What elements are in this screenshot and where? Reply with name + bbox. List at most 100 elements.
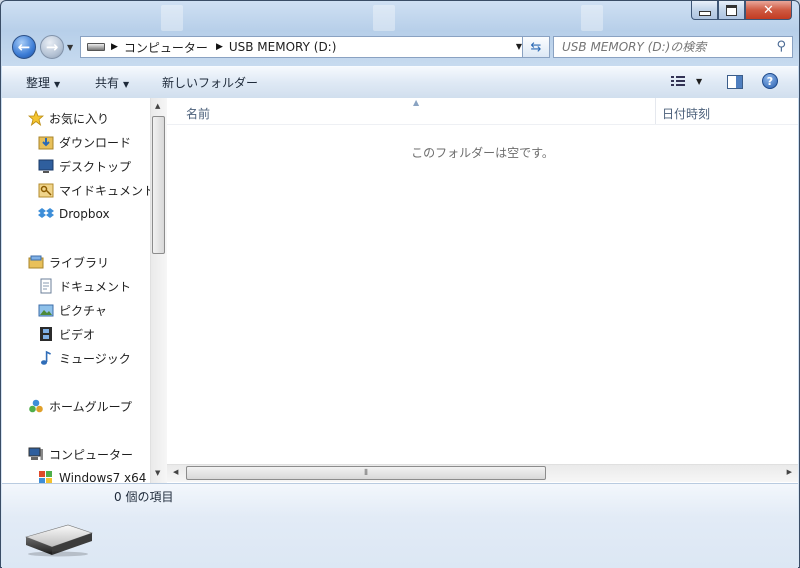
dropbox-icon [38,208,54,218]
back-button[interactable]: ← [12,35,36,59]
column-name-header[interactable]: 名前 [186,105,210,122]
breadcrumb-arrow-icon[interactable]: ▶ [216,42,223,52]
question-mark-icon: ? [766,74,774,88]
nav-pane-scrollbar[interactable]: ▲ ▼ [150,98,167,483]
sort-indicator-icon: ▲ [413,98,420,107]
nav-label: ミュージック [59,351,131,366]
nav-label: ビデオ [59,327,96,342]
nav-label: ライブラリ [49,255,110,270]
nav-item-downloads[interactable]: ダウンロード [38,132,131,152]
search-icon[interactable]: ⚲ [776,39,786,54]
film-icon [40,327,52,341]
help-button[interactable]: ? [762,73,778,89]
share-menu[interactable]: 共有 ▼ [95,74,129,91]
usb-drive-icon [25,524,93,557]
windows-drive-icon [39,471,52,483]
scroll-left-icon[interactable]: ◀ [173,468,178,476]
close-icon: ✕ [763,2,774,18]
column-header: ▲ 名前 日付時刻 [167,98,798,125]
nav-item-windows7[interactable]: Windows7 x64 [38,468,146,483]
minimize-button[interactable] [691,1,718,20]
breadcrumb-arrow-icon[interactable]: ▶ [111,42,118,52]
nav-label: Dropbox [59,207,110,221]
downloads-folder-icon [38,136,54,150]
organize-menu[interactable]: 整理 ▼ [26,74,60,91]
nav-item-pictures[interactable]: ピクチャ [38,300,107,320]
scroll-right-icon[interactable]: ▶ [787,468,792,476]
nav-label: ダウンロード [59,135,132,150]
libraries-icon [28,255,44,269]
nav-label: マイドキュメント [59,183,150,198]
chevron-down-icon: ▼ [123,80,130,89]
caption-buttons: ✕ [691,1,792,20]
nav-label: Windows7 x64 [59,471,147,483]
nav-item-libraries[interactable]: ライブラリ [28,252,109,272]
breadcrumb-usb-memory[interactable]: USB MEMORY (D:) [229,40,337,54]
star-icon [28,110,44,126]
minimize-icon [698,10,711,16]
titlebar-ghost-icon [581,5,603,31]
nav-item-my-documents[interactable]: マイドキュメント [38,180,150,200]
desktop-icon [38,159,54,173]
scroll-down-icon[interactable]: ▼ [155,469,160,477]
file-list-hscrollbar[interactable]: ◀ ⦀ ▶ [167,464,798,482]
share-label: 共有 [95,76,120,90]
scrollbar-thumb[interactable] [152,116,165,254]
column-date-header[interactable]: 日付時刻 [662,105,710,122]
forward-button[interactable]: → [40,35,64,59]
explorer-window: ✕ ← → ▼ ▶ コンピューター ▶ USB MEMORY (D:) ▼ ⇆ … [0,0,800,568]
nav-label: コンピューター [49,447,134,462]
scroll-up-icon[interactable]: ▲ [155,102,160,110]
pictures-icon [38,304,54,317]
forward-arrow-icon: → [45,38,59,56]
navigation-pane: お気に入り ダウンロード デスクトップ マイドキュメント Dropbox ライブ… [2,98,150,483]
nav-label: ドキュメント [59,279,132,294]
refresh-icon: ⇆ [530,39,542,55]
new-folder-button[interactable]: 新しいフォルダー [162,74,258,91]
preview-pane-button[interactable] [727,75,743,89]
address-bar[interactable]: ▶ コンピューター ▶ USB MEMORY (D:) ▼ [80,36,527,58]
nav-label: お気に入り [49,111,110,126]
music-note-icon [41,350,51,365]
nav-item-computer[interactable]: コンピューター [28,444,133,464]
chevron-down-icon: ▼ [54,80,61,89]
nav-label: デスクトップ [59,159,132,174]
organize-label: 整理 [26,76,51,90]
breadcrumb-computer[interactable]: コンピューター [124,39,208,56]
nav-item-videos[interactable]: ビデオ [38,324,95,344]
view-options-icon[interactable] [671,76,685,87]
titlebar-ghost-icon [373,5,395,31]
nav-item-homegroup[interactable]: ホームグループ [28,396,132,416]
search-input[interactable] [560,39,764,55]
navigation-row: ← → ▼ ▶ コンピューター ▶ USB MEMORY (D:) ▼ ⇆ ⚲ [9,33,793,61]
nav-label: ホームグループ [49,399,132,414]
homegroup-icon [29,399,43,413]
computer-icon [28,447,43,460]
nav-item-documents[interactable]: ドキュメント [38,276,131,296]
nav-item-desktop[interactable]: デスクトップ [38,156,131,176]
close-button[interactable]: ✕ [745,1,792,20]
file-list: ▲ 名前 日付時刻 このフォルダーは空です。 ◀ ⦀ ▶ [167,98,798,483]
maximize-icon [726,4,737,16]
nav-item-favorites[interactable]: お気に入り [28,108,109,128]
item-count: 0 個の項目 [114,490,174,504]
scrollbar-thumb[interactable]: ⦀ [186,466,546,480]
drive-icon [87,43,105,51]
nav-label: ピクチャ [59,303,107,318]
empty-folder-message: このフォルダーは空です。 [411,146,554,160]
refresh-button[interactable]: ⇆ [522,36,550,58]
nav-item-music[interactable]: ミュージック [38,348,131,368]
nav-item-dropbox[interactable]: Dropbox [38,204,110,224]
back-arrow-icon: ← [17,38,31,56]
recent-pages-dropdown[interactable]: ▼ [67,43,73,52]
column-divider[interactable] [655,98,656,124]
document-icon [40,278,52,294]
titlebar-ghost-icon [161,5,183,31]
search-box[interactable]: ⚲ [553,36,793,58]
command-bar: 整理 ▼ 共有 ▼ 新しいフォルダー ▼ ? [2,66,798,99]
grip-icon: ⦀ [364,468,368,477]
maximize-button[interactable] [718,1,745,20]
view-dropdown-icon[interactable]: ▼ [696,77,702,86]
details-pane: 0 個の項目 [2,483,798,568]
key-folder-icon [38,183,54,198]
